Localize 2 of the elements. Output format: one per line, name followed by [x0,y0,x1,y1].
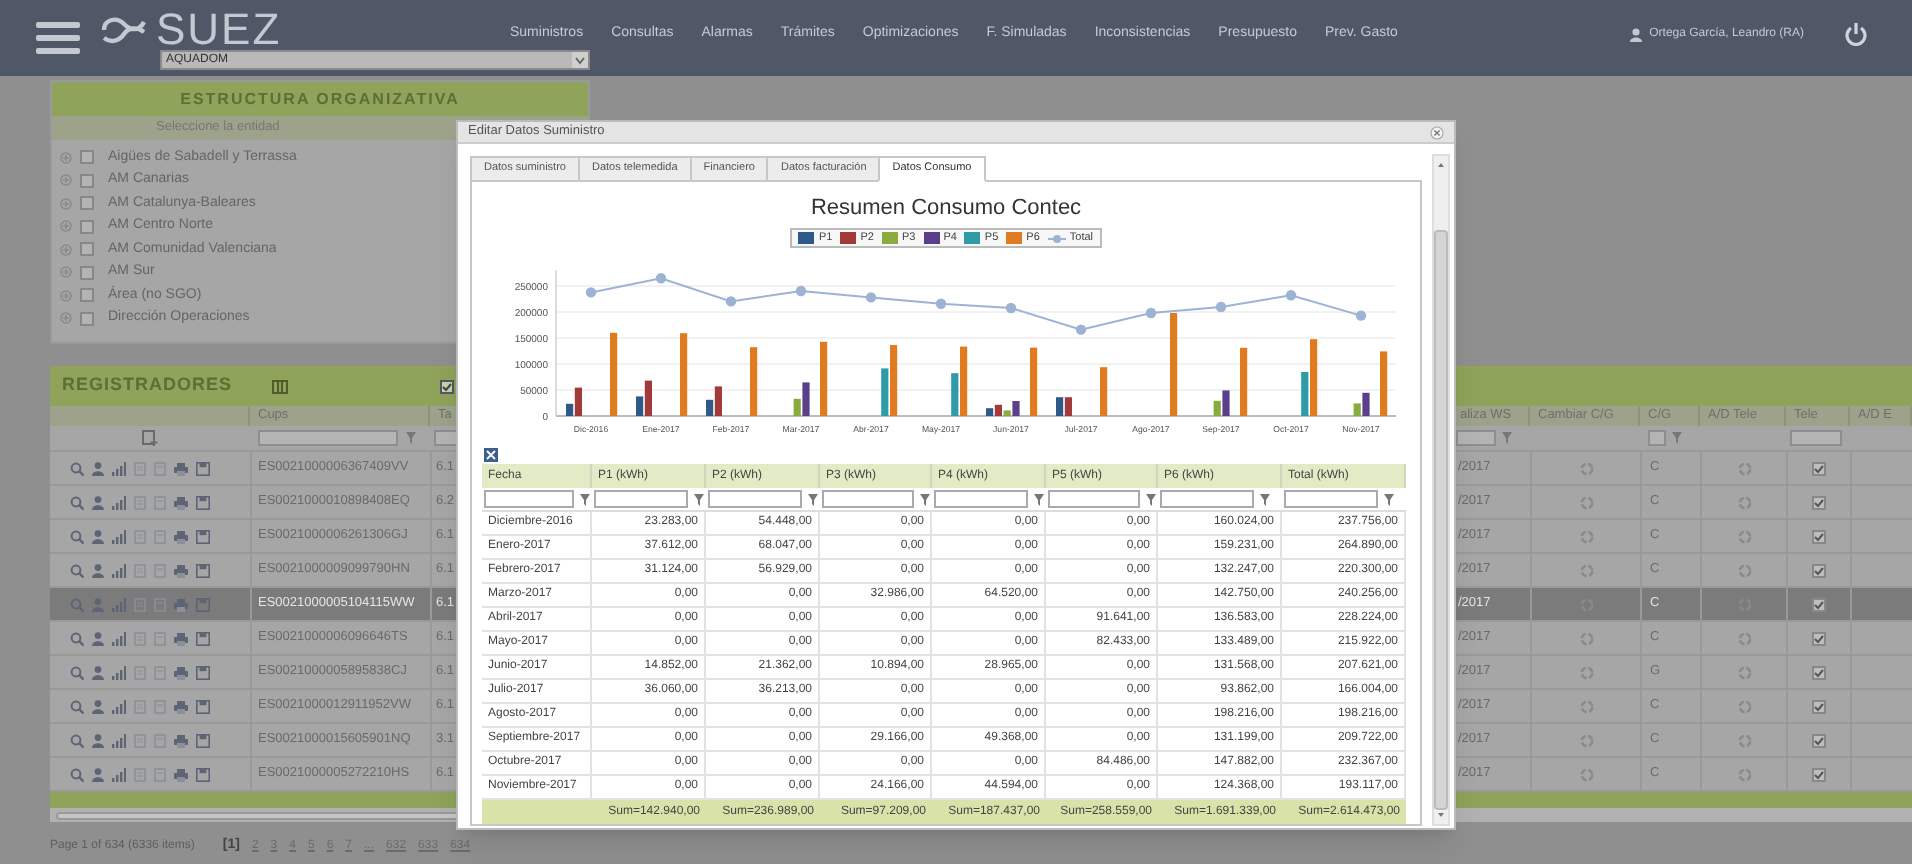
brand-logo-text: SUEZ [156,8,282,52]
chart-title: Resumen Consumo Contec [810,196,1082,222]
